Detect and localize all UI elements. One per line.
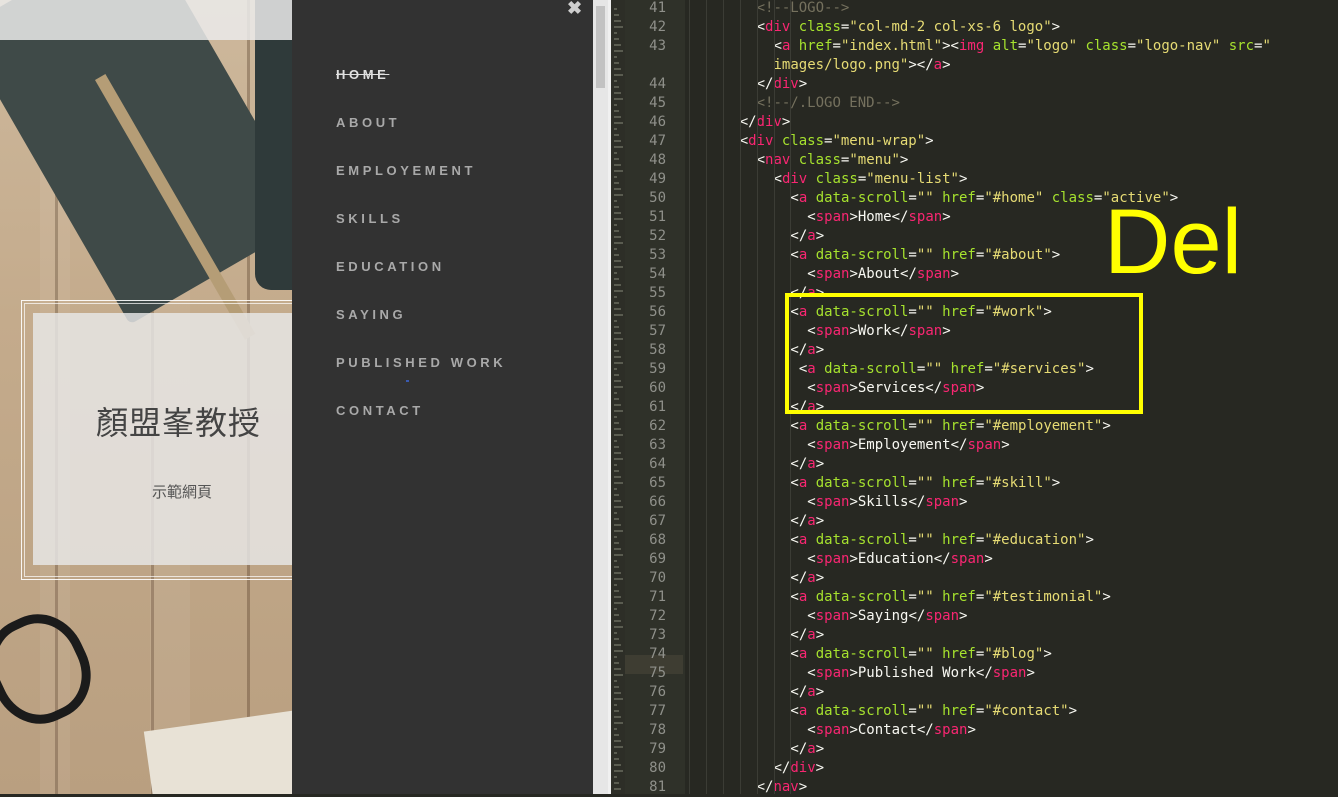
code-line[interactable]: <span>Education</span> [807, 550, 992, 569]
line-number: 78 [649, 722, 666, 738]
line-number: 41 [649, 0, 666, 16]
vertical-scrollbar[interactable] [593, 0, 608, 794]
line-number: 42 [649, 19, 666, 35]
nav-item-skills[interactable]: SKILLS [336, 211, 404, 226]
code-line[interactable]: <!--LOGO--> [757, 0, 850, 18]
nav-item-home[interactable]: HOME [336, 67, 389, 82]
close-icon[interactable]: ✖ [567, 0, 582, 19]
line-number: 75 [649, 665, 666, 681]
code-line[interactable]: <span>Skills</span> [807, 493, 967, 512]
code-line[interactable]: <span>Saying</span> [807, 607, 967, 626]
nav-item-contact[interactable]: CONTACT [336, 403, 424, 418]
nav-item-employement[interactable]: EMPLOYEMENT [336, 163, 476, 178]
code-line[interactable]: </a> [790, 740, 824, 759]
line-number: 76 [649, 684, 666, 700]
line-number: 46 [649, 114, 666, 130]
code-line[interactable]: </a> [790, 227, 824, 246]
code-line[interactable]: <span>Employement</span> [807, 436, 1009, 455]
nav-item-education[interactable]: EDUCATION [336, 259, 445, 274]
code-line[interactable]: </nav> [757, 778, 808, 797]
code-line[interactable]: </a> [790, 683, 824, 702]
line-number: 43 [649, 38, 666, 54]
glasses-image [0, 599, 107, 739]
line-number: 66 [649, 494, 666, 510]
device-image [255, 0, 292, 290]
line-number: 51 [649, 209, 666, 225]
line-number: 65 [649, 475, 666, 491]
code-line[interactable]: <a href="index.html"><img alt="logo" cla… [774, 37, 1271, 56]
site-header-bar [0, 0, 292, 40]
code-line[interactable]: <!--/.LOGO END--> [757, 94, 900, 113]
line-number: 55 [649, 285, 666, 301]
code-line[interactable]: <div class="col-md-2 col-xs-6 logo"> [757, 18, 1060, 37]
website-preview: 顏盟峯教授 示範網頁 [0, 0, 292, 794]
nav-item-saying[interactable]: SAYING [336, 307, 406, 322]
line-number: 73 [649, 627, 666, 643]
code-line[interactable]: <a data-scroll="" href="#testimonial"> [790, 588, 1110, 607]
scrollbar-thumb[interactable] [596, 6, 605, 88]
code-line[interactable]: <span>About</span> [807, 265, 959, 284]
line-number: 64 [649, 456, 666, 472]
code-line[interactable]: <a data-scroll="" href="#employement"> [790, 417, 1110, 436]
nav-item-about[interactable]: ABOUT [336, 115, 400, 130]
line-number: 47 [649, 133, 666, 149]
line-number: 54 [649, 266, 666, 282]
line-number: 63 [649, 437, 666, 453]
line-number: 44 [649, 76, 666, 92]
code-line[interactable]: <span>Published Work</span> [807, 664, 1035, 683]
line-number: 68 [649, 532, 666, 548]
line-number: 58 [649, 342, 666, 358]
line-number: 62 [649, 418, 666, 434]
code-line[interactable]: <a data-scroll="" href="#about"> [790, 246, 1060, 265]
code-line[interactable]: <a data-scroll="" href="#contact"> [790, 702, 1077, 721]
line-number: 70 [649, 570, 666, 586]
code-line[interactable]: </a> [790, 626, 824, 645]
code-line[interactable]: </a> [790, 512, 824, 531]
line-number: 56 [649, 304, 666, 320]
code-line[interactable]: </a> [790, 569, 824, 588]
line-number: 79 [649, 741, 666, 757]
line-number: 69 [649, 551, 666, 567]
line-number: 59 [649, 361, 666, 377]
line-number: 60 [649, 380, 666, 396]
code-line[interactable]: <a data-scroll="" href="#education"> [790, 531, 1094, 550]
line-number: 50 [649, 190, 666, 206]
line-number: 61 [649, 399, 666, 415]
line-number: 48 [649, 152, 666, 168]
line-number: 67 [649, 513, 666, 529]
code-line[interactable]: <div class="menu-list"> [774, 170, 968, 189]
line-number: 45 [649, 95, 666, 111]
line-number: 57 [649, 323, 666, 339]
delete-highlight-box [785, 293, 1143, 414]
nav-item-published-work[interactable]: PUBLISHED WORK [336, 355, 506, 370]
line-number: 81 [649, 779, 666, 795]
line-number: 49 [649, 171, 666, 187]
code-line[interactable]: <a data-scroll="" href="#blog"> [790, 645, 1051, 664]
code-line[interactable]: <span>Home</span> [807, 208, 950, 227]
code-line[interactable]: <span>Contact</span> [807, 721, 976, 740]
code-line[interactable]: </div> [757, 75, 808, 94]
line-number: 77 [649, 703, 666, 719]
code-line[interactable]: images/logo.png"></a> [774, 56, 951, 75]
line-number: 72 [649, 608, 666, 624]
hero-title: 顏盟峯教授 [96, 404, 262, 442]
hero-subtitle: 示範網頁 [152, 484, 213, 501]
line-number: 80 [649, 760, 666, 776]
annotation-label: Del [1104, 191, 1243, 293]
code-line[interactable]: </a> [790, 455, 824, 474]
code-line[interactable]: <div class="menu-wrap"> [740, 132, 934, 151]
code-line[interactable]: </div> [774, 759, 825, 778]
line-number: 71 [649, 589, 666, 605]
line-number: 52 [649, 228, 666, 244]
code-line[interactable]: <a data-scroll="" href="#skill"> [790, 474, 1060, 493]
code-line[interactable]: </div> [740, 113, 791, 132]
line-number: 53 [649, 247, 666, 263]
line-number: 74 [649, 646, 666, 662]
code-line[interactable]: <nav class="menu"> [757, 151, 909, 170]
